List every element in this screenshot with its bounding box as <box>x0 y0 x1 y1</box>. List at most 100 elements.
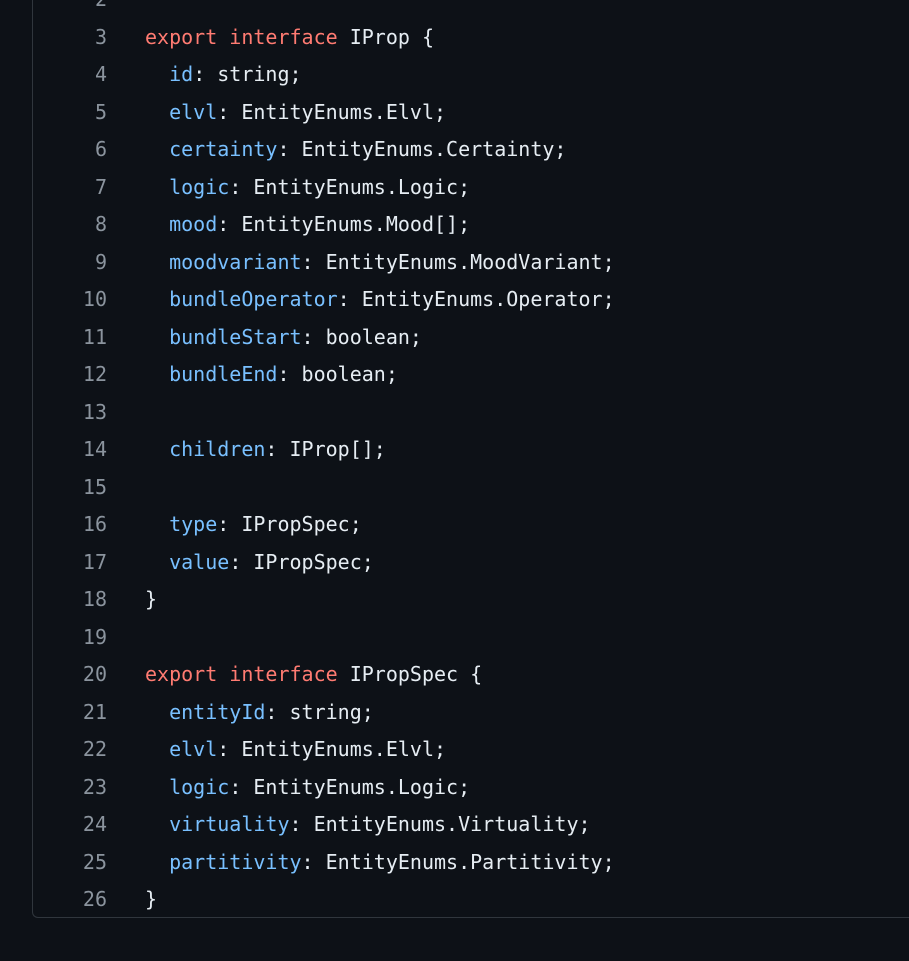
code-token: : boolean; <box>277 362 398 386</box>
code-line: 26} <box>0 881 909 919</box>
line-number[interactable]: 10 <box>52 281 107 319</box>
line-number[interactable]: 6 <box>52 131 107 169</box>
property-token: logic <box>169 174 230 199</box>
property-token: bundleEnd <box>169 362 278 386</box>
line-number[interactable]: 4 <box>52 56 107 94</box>
code-line: 9 moodvariant: EntityEnums.MoodVariant; <box>0 244 909 282</box>
property-token: mood <box>169 212 218 236</box>
code-line: 12 bundleEnd: boolean; <box>0 356 909 394</box>
code-text: bundleStart: boolean; <box>145 319 422 357</box>
property-token: type <box>169 512 218 536</box>
line-number[interactable]: 24 <box>52 806 107 844</box>
line-number[interactable]: 11 <box>52 319 107 357</box>
code-line: 7 logic: EntityEnums.Logic; <box>0 169 909 207</box>
property-token: entityId <box>169 699 266 724</box>
code-text: certainty: EntityEnums.Certainty; <box>145 131 566 169</box>
code-token: : EntityEnums.Virtuality; <box>289 812 591 836</box>
code-line: 10 bundleOperator: EntityEnums.Operator; <box>0 281 909 319</box>
code-line: 19 <box>0 619 909 657</box>
line-number[interactable]: 21 <box>52 694 107 732</box>
code-text: virtuality: EntityEnums.Virtuality; <box>145 806 591 844</box>
code-text: } <box>145 881 157 919</box>
code-line: 20 export interface IPropSpec { <box>0 656 909 694</box>
property-token: virtuality <box>169 812 290 836</box>
code-token: : IPropSpec; <box>229 549 374 574</box>
code-text: id: string; <box>145 56 301 94</box>
code-token: : EntityEnums.Mood[]; <box>217 212 471 236</box>
line-number[interactable]: 2 <box>52 0 107 19</box>
code-token: : IProp[]; <box>265 437 386 461</box>
code-token: : EntityEnums.Elvl; <box>217 99 447 124</box>
property-token: children <box>169 437 266 461</box>
line-number[interactable]: 22 <box>52 731 107 769</box>
code-text: export interface IPropSpec { <box>145 656 482 694</box>
code-token: : EntityEnums.Partitivity; <box>301 849 615 874</box>
property-token: id <box>169 62 194 86</box>
code-text: export interface IProp { <box>145 19 434 57</box>
code-text: moodvariant: EntityEnums.MoodVariant; <box>145 244 615 282</box>
code-line: 15 <box>0 469 909 507</box>
line-number[interactable]: 18 <box>52 581 107 619</box>
code-text: elvl: EntityEnums.Elvl; <box>145 94 446 132</box>
line-number[interactable]: 16 <box>52 506 107 544</box>
code-text: bundleOperator: EntityEnums.Operator; <box>145 281 615 319</box>
code-text: value: IPropSpec; <box>145 544 374 582</box>
line-number[interactable]: 8 <box>52 206 107 244</box>
line-number[interactable]: 13 <box>52 394 107 432</box>
line-number[interactable]: 23 <box>52 769 107 807</box>
line-number[interactable]: 26 <box>52 881 107 919</box>
code-token: : IPropSpec; <box>217 512 362 536</box>
line-number[interactable]: 5 <box>52 94 107 132</box>
keyword-token: interface <box>229 662 338 686</box>
keyword-token: export <box>145 662 218 686</box>
code-line: 6 certainty: EntityEnums.Certainty; <box>0 131 909 169</box>
code-line: 14 children: IProp[]; <box>0 431 909 469</box>
keyword-token: export <box>145 24 218 49</box>
line-number[interactable]: 20 <box>52 656 107 694</box>
code-lines: 23export interface IProp {4 id: string;5… <box>0 0 909 919</box>
code-line: 18} <box>0 581 909 619</box>
code-token: } <box>145 587 158 611</box>
line-number[interactable]: 19 <box>52 619 107 657</box>
code-line: 22 elvl: EntityEnums.Elvl; <box>0 731 909 769</box>
line-number[interactable]: 17 <box>52 544 107 582</box>
code-text: elvl: EntityEnums.Elvl; <box>145 731 446 769</box>
line-number[interactable]: 12 <box>52 356 107 394</box>
code-text: bundleEnd: boolean; <box>145 356 398 394</box>
line-number[interactable]: 14 <box>52 431 107 469</box>
line-number[interactable]: 25 <box>52 844 107 882</box>
line-number[interactable]: 7 <box>52 169 107 207</box>
line-number[interactable]: 3 <box>52 19 107 57</box>
code-token: : boolean; <box>301 324 422 349</box>
property-token: moodvariant <box>169 249 302 274</box>
code-text: entityId: string; <box>145 694 374 732</box>
code-line: 16 type: IPropSpec; <box>0 506 909 544</box>
line-number[interactable]: 15 <box>52 469 107 507</box>
code-text: children: IProp[]; <box>145 431 386 469</box>
code-viewer-page: 23export interface IProp {4 id: string;5… <box>0 0 909 961</box>
line-number[interactable]: 9 <box>52 244 107 282</box>
property-token: logic <box>169 774 230 799</box>
code-token: : EntityEnums.MoodVariant; <box>301 249 615 274</box>
property-token: partitivity <box>169 849 302 874</box>
code-line: 4 id: string; <box>0 56 909 94</box>
property-token: elvl <box>169 737 218 761</box>
code-token: : EntityEnums.Certainty; <box>277 137 567 161</box>
code-text: logic: EntityEnums.Logic; <box>145 769 470 807</box>
